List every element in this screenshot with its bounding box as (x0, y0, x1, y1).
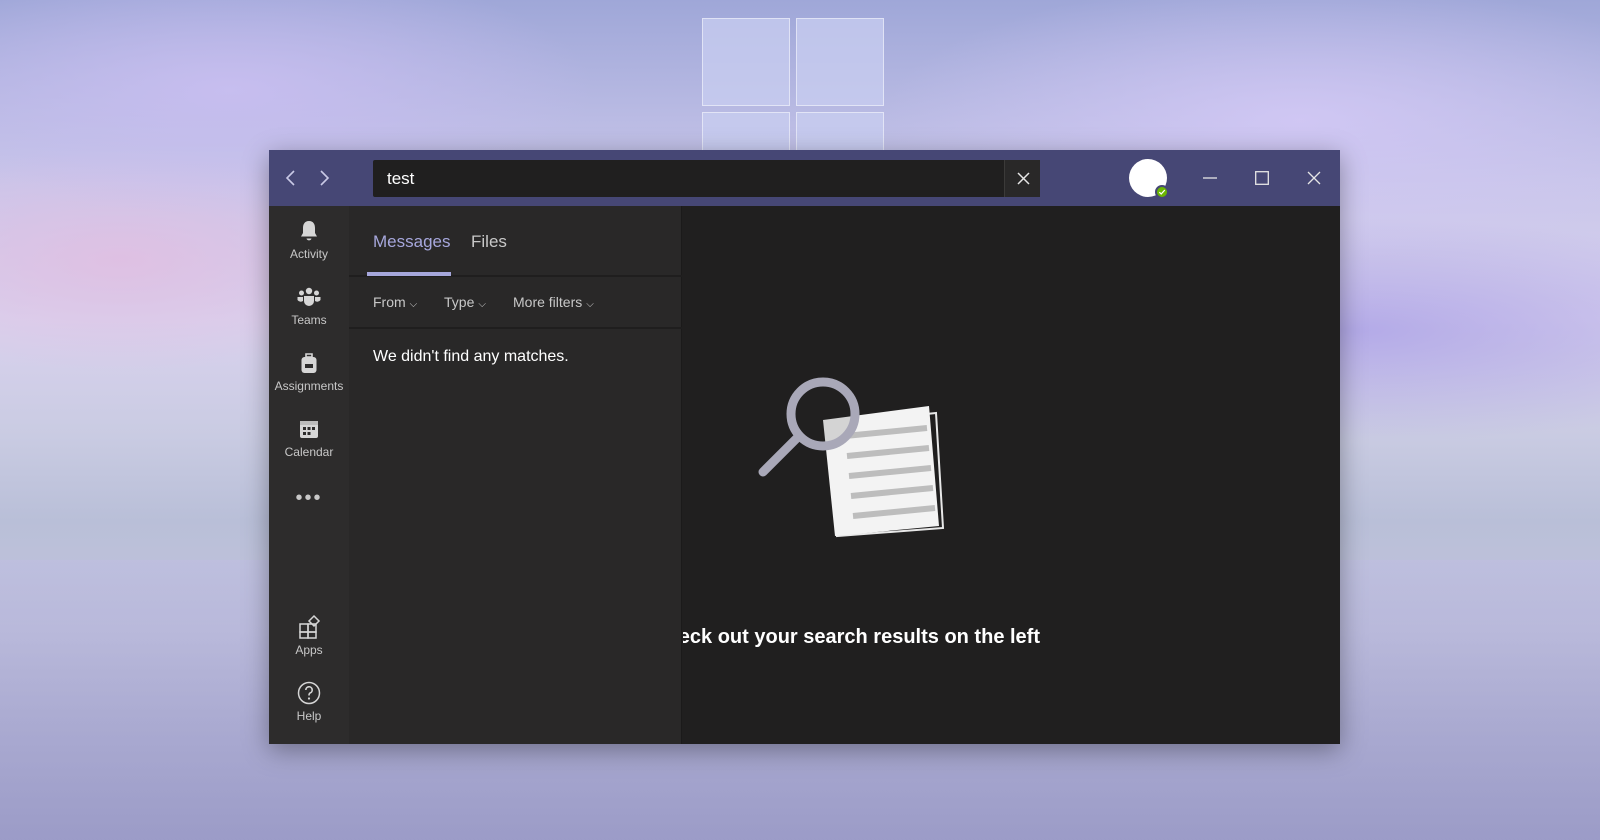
close-icon (1017, 172, 1030, 185)
search-document-icon (758, 377, 945, 538)
rail-item-activity[interactable]: Activity (269, 218, 349, 280)
rail-label: Assignments (274, 379, 344, 393)
apps-icon (299, 614, 321, 639)
clear-search-button[interactable] (1004, 160, 1040, 197)
filter-from[interactable]: From ⌵ (373, 294, 417, 310)
rail-item-assignments[interactable]: Assignments (269, 350, 349, 412)
empty-state-text: eck out your search results on the left (683, 626, 1040, 648)
rail-item-calendar[interactable]: Calendar (269, 416, 349, 478)
wallpaper-windows-logo (702, 18, 886, 152)
help-icon (297, 681, 321, 705)
more-apps-button[interactable]: ••• (269, 488, 349, 508)
bell-icon (301, 221, 317, 241)
empty-state-message: eck out your search results on the left (683, 626, 1040, 649)
rail-label: Apps (295, 643, 323, 657)
tab-messages[interactable]: Messages (373, 232, 450, 252)
filter-label: More filters (513, 294, 583, 310)
close-window-button[interactable] (1300, 164, 1328, 192)
teams-window: test Activity Teams Assignments Calendar… (269, 150, 1340, 744)
rail-label: Calendar (284, 445, 334, 459)
content-pane: eck out your search results on the left (683, 206, 1340, 744)
search-input[interactable]: test (387, 160, 414, 197)
rail-item-apps[interactable]: Apps (269, 614, 349, 676)
back-button[interactable] (277, 164, 305, 192)
teams-icon (297, 287, 321, 306)
filter-more[interactable]: More filters ⌵ (513, 294, 594, 310)
maximize-button[interactable] (1248, 164, 1276, 192)
rail-label: Activity (289, 247, 328, 261)
tab-files[interactable]: Files (471, 232, 507, 252)
filter-label: Type (444, 294, 475, 310)
rail-item-teams[interactable]: Teams (269, 284, 349, 346)
minimize-button[interactable] (1196, 164, 1224, 192)
chevron-left-icon (285, 170, 295, 186)
active-tab-indicator (367, 272, 451, 276)
chevron-down-icon: ⌵ (409, 299, 418, 310)
calendar-icon (300, 421, 318, 438)
filter-bar: From ⌵ Type ⌵ More filters ⌵ (349, 277, 682, 329)
search-results-panel: Messages Files From ⌵ Type ⌵ More filters ⌵… (349, 206, 682, 744)
close-icon (1307, 171, 1321, 185)
presence-available-icon (1155, 185, 1169, 199)
rail-item-help[interactable]: Help (269, 680, 349, 742)
minimize-icon (1203, 177, 1217, 179)
rail-label: Help (296, 709, 322, 723)
backpack-icon (301, 353, 317, 373)
app-rail: Activity Teams Assignments Calendar ••• … (269, 206, 349, 744)
chevron-down-icon: ⌵ (478, 299, 486, 310)
title-bar: test (269, 150, 1340, 206)
search-box[interactable]: test (373, 160, 1040, 197)
filter-label: From (373, 294, 406, 310)
chevron-right-icon (320, 170, 330, 186)
chevron-down-icon: ⌵ (586, 299, 594, 310)
results-tabs: Messages Files (349, 206, 682, 277)
no-results-message: We didn't find any matches. (373, 348, 569, 365)
forward-button[interactable] (310, 164, 338, 192)
rail-label: Teams (291, 313, 327, 327)
maximize-icon (1255, 171, 1269, 185)
filter-type[interactable]: Type ⌵ (444, 294, 486, 310)
